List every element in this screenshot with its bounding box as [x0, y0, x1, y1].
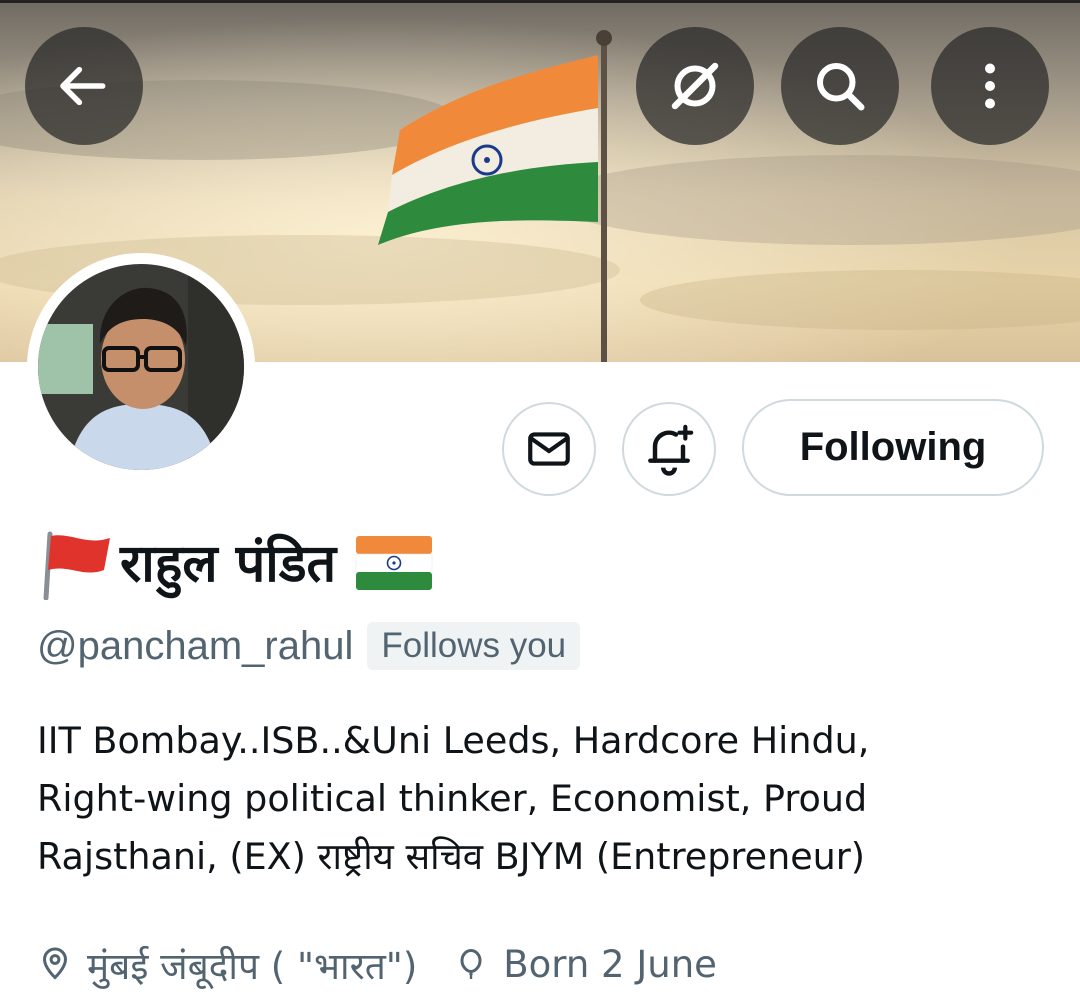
profile-bio: IIT Bombay..ISB..&Uni Leeds, Hardcore Hi…: [37, 712, 1047, 886]
envelope-icon: [528, 432, 570, 466]
grok-icon: [671, 62, 719, 110]
search-button[interactable]: [781, 27, 899, 145]
notifications-button[interactable]: [622, 402, 716, 496]
profile-meta: मुंबई जंबूदीप ( "भारत") Born 2 June: [37, 936, 753, 992]
follows-you-badge: Follows you: [367, 622, 581, 670]
arrow-left-icon: [60, 66, 106, 106]
red-flag-emoji: [43, 531, 110, 600]
following-button[interactable]: Following: [742, 399, 1044, 496]
location-item: मुंबई जंबूदीप ( "भारत"): [37, 939, 417, 990]
display-name-row: राहुल पंडित: [36, 524, 434, 604]
location-text: मुंबई जंबूदीप ( "भारत"): [87, 944, 418, 988]
bell-plus-icon: [648, 424, 694, 476]
bio-line: IIT Bombay..ISB..&Uni Leeds, Hardcore Hi…: [37, 719, 870, 762]
balloon-icon: [460, 948, 482, 979]
display-name: राहुल पंडित: [120, 534, 337, 594]
following-label: Following: [799, 425, 987, 469]
more-vertical-icon: [985, 63, 995, 109]
bio-line: Rajsthani, (EX) राष्ट्रीय सचिव BJYM (Ent…: [37, 835, 866, 878]
avatar-photo: [38, 264, 244, 470]
birthday-text: Born 2 June: [503, 942, 717, 986]
grok-button[interactable]: [636, 27, 754, 145]
handle-row: @pancham_rahul Follows you: [37, 620, 581, 672]
search-icon: [817, 63, 865, 111]
birthday-item: Born 2 June: [453, 943, 717, 986]
location-pin-icon: [42, 947, 68, 980]
bio-line: Right-wing political thinker, Economist,…: [37, 777, 868, 820]
india-flag-emoji: [355, 536, 433, 590]
username-handle: @pancham_rahul: [37, 623, 354, 668]
more-options-button[interactable]: [931, 27, 1049, 145]
back-button[interactable]: [25, 27, 143, 145]
avatar[interactable]: [27, 253, 255, 481]
message-button[interactable]: [502, 402, 596, 496]
